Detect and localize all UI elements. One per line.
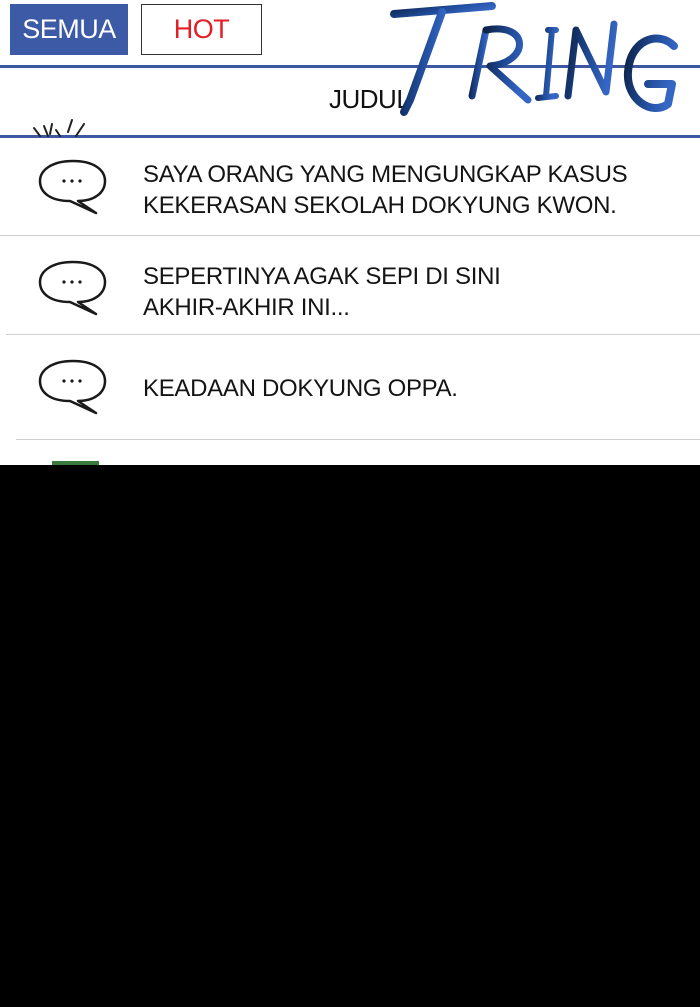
sound-effect-tring — [390, 2, 678, 116]
post-text-line-2: KEKERASAN SEKOLAH DOKYUNG KWON. — [143, 192, 617, 219]
post-text-line-1: SAYA ORANG YANG MENGUNGKAP KASUS — [143, 161, 628, 188]
tab-hot[interactable]: HOT — [141, 4, 262, 55]
post-row[interactable]: SEPERTINYA AGAK SEPI DI SINI AKHIR-AKHIR… — [0, 236, 700, 334]
post-row[interactable]: SAYA ORANG YANG MENGUNGKAP KASUS KEKERAS… — [0, 137, 700, 235]
post-row[interactable]: KEADAAN DOKYUNG OPPA. — [0, 335, 700, 439]
speech-bubble-icon — [38, 359, 107, 415]
post-text: KEADAAN DOKYUNG OPPA. — [143, 373, 458, 404]
post-text: SEPERTINYA AGAK SEPI DI SINI AKHIR-AKHIR… — [143, 261, 501, 323]
row-divider — [16, 439, 700, 440]
post-text-line-2: AKHIR-AKHIR INI... — [143, 294, 350, 321]
post-text-line-1: KEADAAN DOKYUNG OPPA. — [143, 375, 458, 402]
tab-all[interactable]: SEMUA — [10, 4, 128, 55]
black-panel — [0, 465, 700, 1007]
speech-bubble-icon — [38, 159, 107, 215]
speech-bubble-icon — [38, 260, 107, 316]
post-text-line-1: SEPERTINYA AGAK SEPI DI SINI — [143, 263, 501, 290]
post-text: SAYA ORANG YANG MENGUNGKAP KASUS KEKERAS… — [143, 159, 628, 221]
